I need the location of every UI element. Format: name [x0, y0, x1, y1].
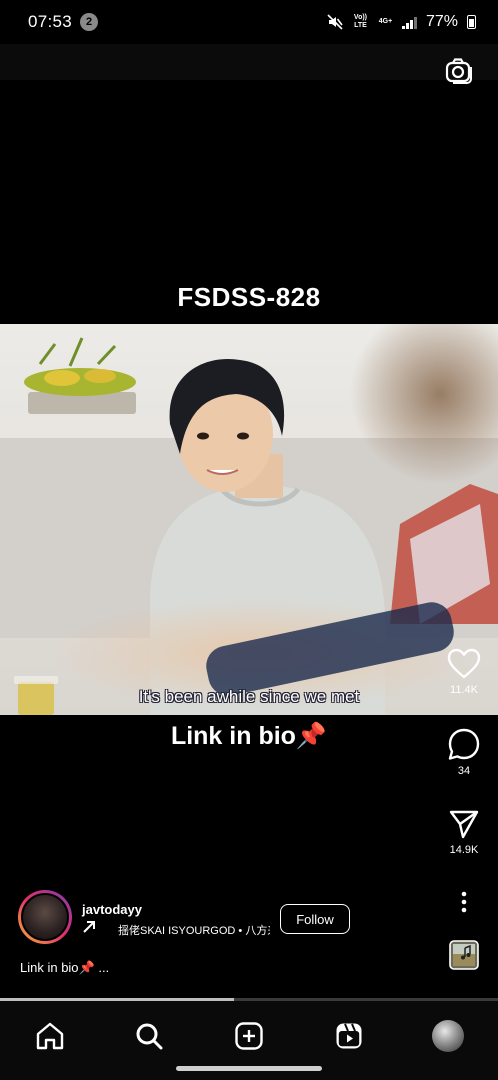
- author-username[interactable]: javtodayy: [82, 902, 142, 917]
- more-options-button[interactable]: [444, 890, 484, 914]
- comment-count: 34: [457, 765, 471, 777]
- audio-arrow-icon: [83, 921, 95, 933]
- share-count: 14.9K: [449, 844, 479, 856]
- like-count: 11.4K: [450, 684, 478, 696]
- nav-reels[interactable]: [329, 1019, 369, 1053]
- audio-track-label[interactable]: 揺佬SKAI ISYOURGOD • 八方来: [118, 922, 270, 938]
- follow-button[interactable]: Follow: [280, 904, 350, 934]
- status-bar: 07:53 2 Vo)) LTE 4G+ 77%: [0, 0, 498, 44]
- notification-count-badge: 2: [80, 13, 99, 31]
- video-subtitle: It's been awhile since we met: [138, 687, 360, 706]
- video-scene: [0, 324, 498, 715]
- home-icon: [36, 1022, 63, 1050]
- more-vertical-icon[interactable]: [459, 890, 469, 914]
- battery-percent: 77%: [425, 13, 458, 30]
- network-type-label: 4G+: [378, 18, 393, 25]
- battery-icon: [467, 15, 476, 29]
- status-icons: Vo)) LTE 4G+ 77%: [327, 13, 476, 31]
- signal-strength-icon: [402, 16, 417, 29]
- video-title-overlay: FSDSS-828: [177, 282, 321, 312]
- nav-home[interactable]: [30, 1019, 70, 1053]
- like-action[interactable]: 11.4K: [444, 648, 484, 696]
- comment-icon[interactable]: [447, 727, 481, 761]
- camera-icon: [445, 58, 472, 84]
- nav-create[interactable]: [229, 1019, 269, 1053]
- search-icon: [136, 1023, 163, 1050]
- profile-avatar: [432, 1020, 465, 1052]
- video-frame[interactable]: It's been awhile since we met: [0, 324, 498, 715]
- nav-profile[interactable]: [428, 1019, 468, 1053]
- author-row: javtodayy 揺佬SKAI ISYOURGOD • 八方来 Follow: [18, 890, 448, 946]
- reels-icon: [336, 1023, 362, 1049]
- heart-icon[interactable]: [447, 648, 481, 680]
- create-icon: [235, 1022, 263, 1050]
- send-icon[interactable]: [448, 808, 480, 840]
- camera-button[interactable]: [444, 56, 474, 86]
- nav-search[interactable]: [129, 1019, 169, 1053]
- mute-icon: [327, 14, 344, 30]
- link-in-bio-overlay: Link in bio📌: [170, 722, 328, 750]
- gesture-home-indicator[interactable]: [176, 1066, 322, 1071]
- comment-action[interactable]: 34: [444, 727, 484, 777]
- author-avatar[interactable]: [18, 890, 72, 944]
- audio-thumbnail-button[interactable]: [444, 940, 484, 970]
- post-caption[interactable]: Link in bio📌 ...: [20, 960, 109, 976]
- audio-thumbnail-icon[interactable]: [449, 940, 479, 970]
- header-band: [0, 44, 498, 80]
- share-action[interactable]: 14.9K: [444, 808, 484, 856]
- volte-label: Vo)) LTE: [353, 14, 368, 29]
- status-time: 07:53: [28, 12, 73, 31]
